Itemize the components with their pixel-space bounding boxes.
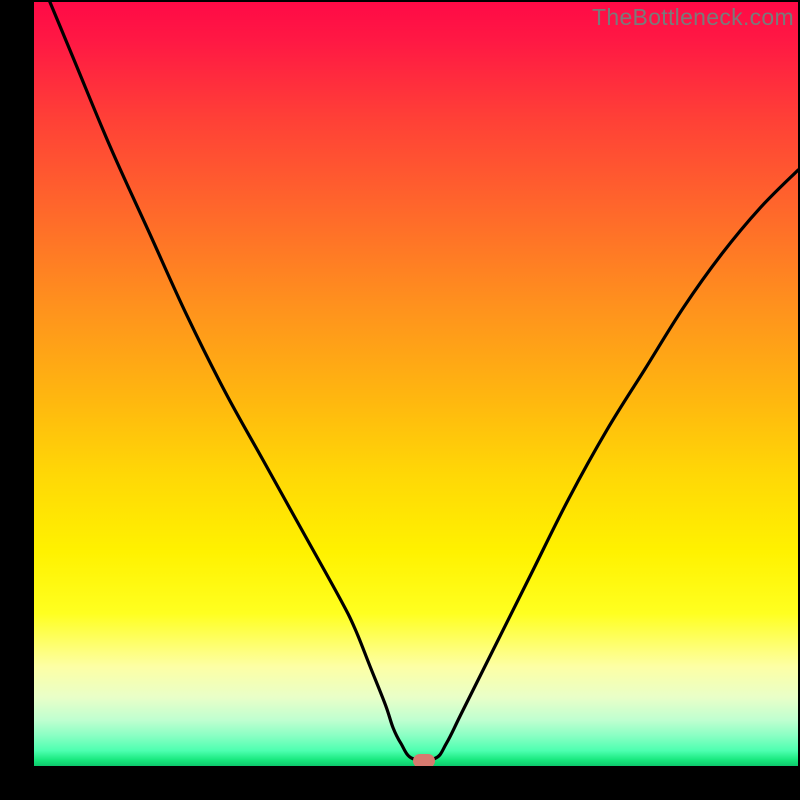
optimum-marker [413,754,435,766]
bottleneck-curve [34,2,798,760]
plot-area [34,2,798,766]
watermark-text: TheBottleneck.com [592,4,794,31]
chart-frame: TheBottleneck.com [0,0,800,800]
curve-layer [34,2,798,766]
